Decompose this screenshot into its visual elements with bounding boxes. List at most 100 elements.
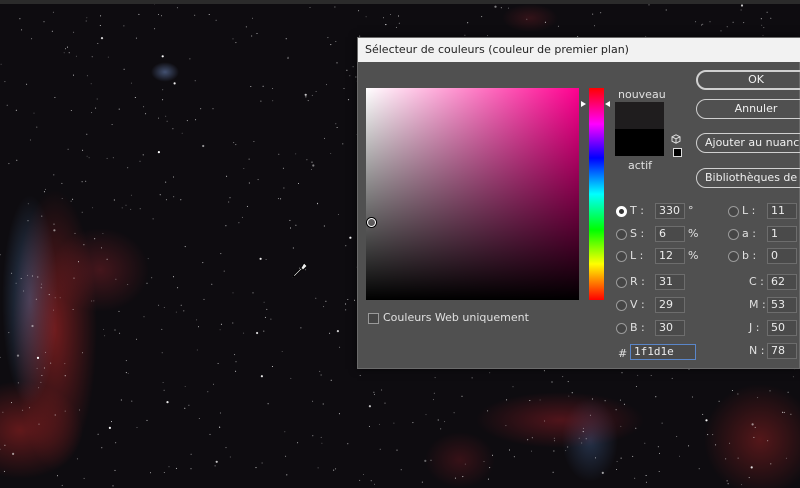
cancel-button[interactable]: Annuler [696, 99, 800, 119]
magenta-field[interactable]: 53 [767, 297, 797, 313]
lab-b-radio[interactable] [728, 251, 739, 262]
star [383, 17, 384, 19]
star [135, 37, 137, 39]
hue-slider[interactable] [589, 88, 604, 300]
star [585, 438, 587, 440]
star [31, 275, 33, 277]
star [194, 14, 196, 16]
star [289, 219, 291, 221]
saturation-brightness-field[interactable] [366, 88, 579, 300]
add-to-swatches-button[interactable]: Ajouter au nuancier [696, 133, 800, 153]
saturation-radio[interactable] [616, 229, 627, 240]
star [53, 174, 55, 176]
star [184, 386, 186, 387]
star [115, 278, 117, 280]
star [319, 370, 321, 372]
star [38, 423, 40, 425]
star [29, 139, 31, 141]
star [691, 396, 693, 398]
lab-b-field[interactable]: 0 [767, 248, 797, 264]
star [12, 452, 15, 455]
yellow-field[interactable]: 50 [767, 320, 797, 336]
star [70, 110, 72, 111]
star [311, 94, 313, 96]
star [102, 233, 104, 234]
color-libraries-button[interactable]: Bibliothèques de couleurs [696, 168, 800, 188]
star [114, 469, 116, 471]
star [64, 375, 66, 377]
star [246, 205, 248, 207]
star [720, 30, 722, 32]
black-field[interactable]: 78 [767, 343, 797, 359]
star [358, 10, 360, 12]
star [292, 247, 294, 249]
web-safe-square-icon[interactable] [673, 148, 682, 157]
star [347, 443, 349, 445]
star [161, 55, 164, 58]
lab-a-field[interactable]: 1 [767, 226, 797, 242]
star [31, 38, 33, 40]
blue-radio[interactable] [616, 323, 627, 334]
hue-radio[interactable] [616, 206, 627, 217]
star [217, 363, 219, 364]
star [261, 462, 263, 464]
hue-slider-left-arrow-icon[interactable] [581, 101, 586, 107]
star [489, 372, 491, 374]
green-field[interactable]: 29 [655, 297, 685, 313]
star [99, 25, 101, 26]
color-field-marker[interactable] [367, 218, 376, 227]
star [320, 374, 322, 376]
star [539, 399, 541, 401]
star [661, 422, 663, 424]
lightness-radio[interactable] [616, 251, 627, 262]
red-field[interactable]: 31 [655, 274, 685, 290]
star [645, 481, 647, 483]
star [40, 381, 42, 383]
lightness-field[interactable]: 12 [655, 248, 685, 264]
hue-field[interactable]: 330 [655, 203, 685, 219]
current-color-swatch[interactable] [615, 129, 664, 156]
star [373, 391, 375, 393]
star [263, 330, 265, 332]
red-radio[interactable] [616, 277, 627, 288]
star [127, 284, 129, 285]
star [57, 475, 58, 477]
star [760, 18, 762, 20]
star [51, 30, 53, 32]
hex-field[interactable]: 1f1d1e [630, 344, 696, 360]
star [48, 294, 50, 296]
star [290, 377, 292, 379]
hue-label: T : [630, 204, 644, 217]
blue-field[interactable]: 30 [655, 320, 685, 336]
star [767, 440, 769, 442]
star [195, 119, 197, 121]
ok-button[interactable]: OK [696, 70, 800, 90]
cyan-field[interactable]: 62 [767, 274, 797, 290]
star [19, 18, 21, 20]
lab-lightness-radio[interactable] [728, 206, 739, 217]
star [202, 262, 204, 264]
lab-a-radio[interactable] [728, 229, 739, 240]
hue-slider-right-arrow-icon[interactable] [605, 101, 610, 107]
saturation-field[interactable]: 6 [655, 226, 685, 242]
star [278, 153, 280, 155]
cube-icon[interactable] [671, 134, 681, 144]
star [715, 444, 717, 446]
star [494, 5, 497, 8]
star [95, 107, 97, 109]
dialog-title: Sélecteur de couleurs (couleur de premie… [358, 38, 800, 62]
lab-lightness-field[interactable]: 11 [767, 203, 797, 219]
green-radio[interactable] [616, 300, 627, 311]
star [763, 27, 765, 29]
star [310, 169, 312, 170]
star [464, 463, 466, 465]
star [770, 17, 772, 19]
web-colors-only-checkbox[interactable] [368, 313, 379, 324]
star [76, 458, 78, 460]
star [211, 283, 213, 285]
star [161, 15, 162, 17]
star [471, 377, 473, 379]
star [754, 426, 756, 428]
star [726, 26, 728, 28]
star [359, 375, 361, 376]
